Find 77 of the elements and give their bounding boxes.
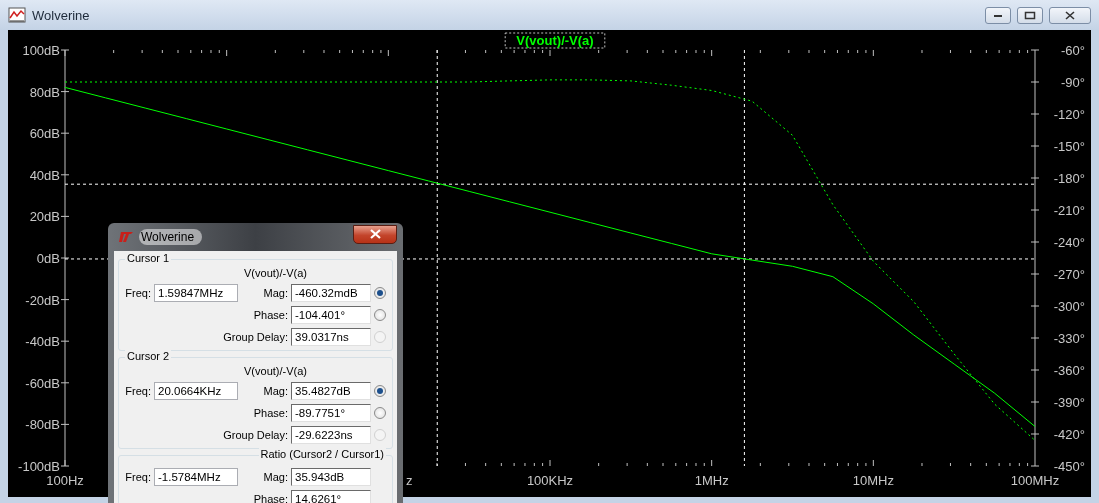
y-tick-label: 80dB [29, 84, 60, 100]
y-tick-label: -270° [1053, 267, 1085, 282]
y-tick-label: -240° [1053, 235, 1085, 250]
y-tick-label: -180° [1053, 171, 1085, 186]
close-icon [1065, 10, 1075, 20]
y-tick-label: 100dB [22, 43, 60, 58]
radio-button[interactable] [374, 385, 386, 397]
trace-name: V(vout)/-V(a) [243, 365, 308, 379]
y-tick-label: -90° [1061, 75, 1085, 90]
x-tick-label: 100MHz [1010, 473, 1060, 488]
y-tick-label: 60dB [29, 126, 60, 142]
group-title: Cursor 2 [125, 350, 172, 362]
cursor-line[interactable] [436, 49, 438, 467]
freq-field[interactable]: 1.59847MHz [154, 284, 238, 302]
y-tick-label: -120° [1053, 107, 1085, 122]
y-tick-label: -20dB [25, 292, 60, 308]
value-label: Phase: [252, 493, 288, 503]
value-field[interactable]: -89.7751° [291, 404, 371, 422]
cursor-line[interactable] [743, 49, 745, 467]
y-tick-label: -210° [1053, 203, 1085, 218]
logo-icon [118, 231, 134, 243]
y-tick-label: -450° [1053, 459, 1085, 474]
close-button[interactable] [1049, 6, 1091, 24]
maximize-button[interactable] [1017, 6, 1043, 24]
trace-label[interactable]: V(vout)/-V(a) [504, 32, 606, 49]
value-field[interactable]: 14.6261° [291, 490, 371, 503]
close-icon [369, 228, 381, 239]
value-label: Mag: [262, 287, 288, 299]
window-title: Wolverine [32, 7, 91, 23]
freq-label: Freq: [124, 287, 151, 299]
y-tick-label: -300° [1053, 299, 1085, 314]
restore-icon [1024, 10, 1036, 20]
y-tick-label: -80dB [25, 417, 60, 433]
x-tick-label: 1MHz [694, 473, 729, 488]
group-title: Ratio (Cursor2 / Cursor1) [258, 448, 386, 460]
y-tick-label: -60dB [25, 375, 60, 391]
y-tick-label: 40dB [29, 167, 60, 183]
y-tick-label: -150° [1053, 139, 1085, 154]
x-tick-label: 100Hz [46, 473, 84, 488]
value-field[interactable]: -104.401° [291, 306, 371, 324]
freq-field[interactable]: -1.5784MHz [154, 468, 238, 486]
value-label: Phase: [252, 407, 288, 419]
radio-button[interactable] [374, 287, 386, 299]
y-tick-label: -360° [1053, 363, 1085, 378]
cursor-line[interactable] [64, 183, 1036, 185]
group-title: Cursor 1 [125, 252, 172, 264]
chart-title: V(vout)/-V(a) [516, 33, 594, 48]
value-label: Group Delay: [222, 429, 288, 441]
y-tick-label: -390° [1053, 395, 1085, 410]
value-label: Group Delay: [222, 331, 288, 343]
minimize-button[interactable] [985, 6, 1011, 24]
value-label: Phase: [252, 309, 288, 321]
value-field[interactable]: -460.32mdB [291, 284, 371, 302]
y-tick-label: -40dB [25, 334, 60, 350]
y-tick-label: -60° [1061, 43, 1085, 58]
y-tick-label: 20dB [29, 209, 60, 225]
y-tick-label: -100dB [18, 459, 60, 474]
freq-label: Freq: [124, 385, 151, 397]
minimize-icon [993, 12, 1003, 18]
radio-button[interactable] [374, 407, 386, 419]
value-field[interactable]: 35.943dB [291, 468, 371, 486]
freq-label: Freq: [124, 471, 151, 483]
waveform-icon [8, 7, 26, 23]
dialog-title: Wolverine [139, 229, 203, 245]
x-tick-label: 100KHz [526, 473, 574, 488]
y-tick-label: -420° [1053, 427, 1085, 442]
radio-button[interactable] [374, 309, 386, 321]
value-label: Mag: [262, 471, 288, 483]
value-label: Mag: [262, 385, 288, 397]
y-tick-label: 0dB [36, 251, 60, 266]
y-tick-label: -330° [1053, 331, 1085, 346]
x-tick-label: z [406, 473, 413, 488]
freq-field[interactable]: 20.0664KHz [154, 382, 238, 400]
value-field[interactable]: 35.4827dB [291, 382, 371, 400]
close-button[interactable] [353, 224, 397, 244]
x-tick-label: 10MHz [852, 473, 894, 488]
trace-name: V(vout)/-V(a) [243, 267, 308, 281]
